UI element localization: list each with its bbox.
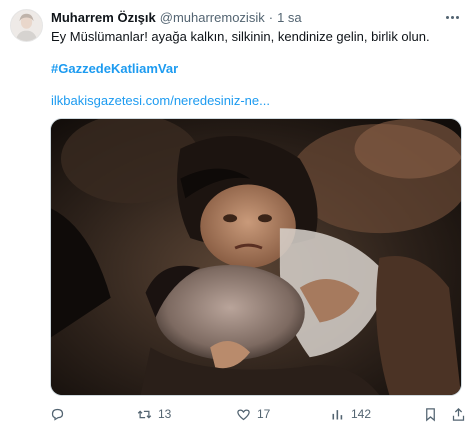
like-icon: [236, 407, 251, 422]
hashtag-link[interactable]: #GazzedeKatliamVar: [51, 61, 178, 76]
tweet-header: Muharrem Özışık @muharremozisik · 1 sa: [51, 10, 302, 28]
like-button[interactable]: 17: [236, 404, 270, 424]
views-icon: [330, 407, 345, 422]
like-count: 17: [257, 407, 271, 421]
reply-icon: [50, 407, 65, 422]
more-icon[interactable]: [443, 9, 461, 25]
retweet-count: 13: [158, 407, 172, 421]
separator-dot: ·: [268, 10, 274, 25]
views-count: 142: [351, 407, 372, 421]
tweet-photo[interactable]: [50, 118, 462, 396]
bookmark-icon: [423, 407, 438, 422]
retweet-button[interactable]: 13: [137, 404, 171, 424]
author-name[interactable]: Muharrem Özışık: [51, 10, 156, 25]
views-button[interactable]: 142: [330, 404, 371, 424]
retweet-icon: [137, 407, 152, 422]
tweet-text: Ey Müslümanlar! ayağa kalkın, silkinin, …: [51, 29, 430, 44]
avatar[interactable]: [10, 9, 43, 42]
share-button[interactable]: [451, 404, 466, 424]
author-handle[interactable]: @muharremozisik: [160, 10, 265, 25]
share-icon: [451, 407, 466, 422]
external-link[interactable]: ilkbakisgazetesi.com/neredesiniz-ne...: [51, 93, 270, 108]
reply-button[interactable]: [50, 404, 71, 424]
bookmark-button[interactable]: [423, 404, 438, 424]
tweet[interactable]: Muharrem Özışık @muharremozisik · 1 sa E…: [0, 0, 473, 435]
tweet-actions: 13 17 142: [48, 404, 465, 424]
timestamp[interactable]: 1 sa: [277, 10, 302, 25]
